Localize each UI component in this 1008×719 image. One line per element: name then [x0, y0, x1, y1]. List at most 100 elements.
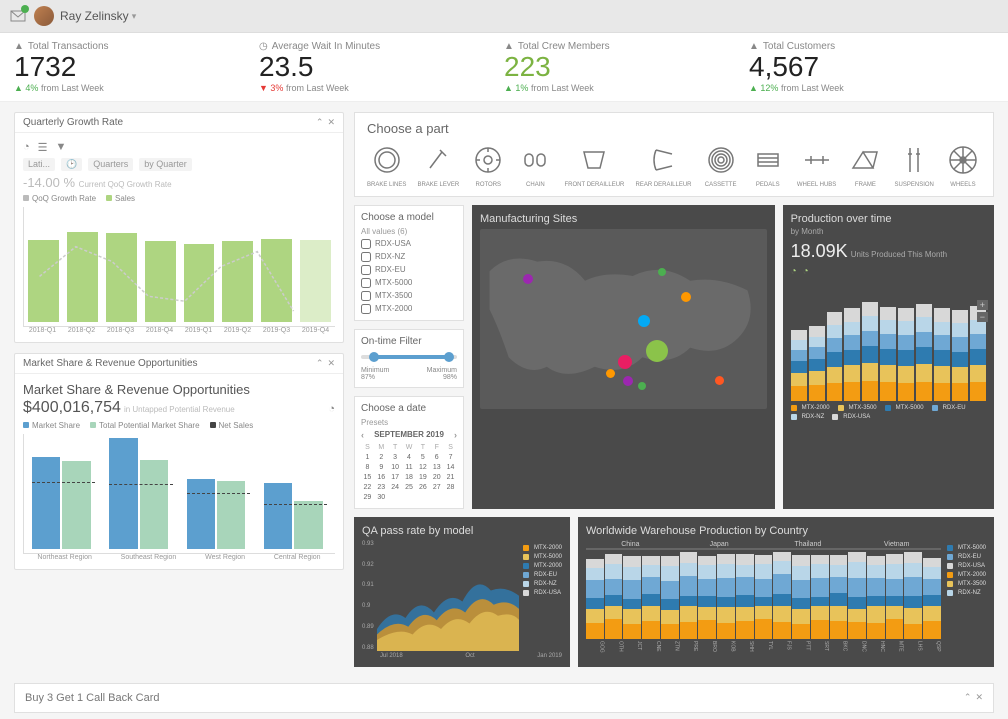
panel-market-share: Market Share & Revenue Opportunities ⌃ ✕… — [14, 353, 344, 570]
breadcrumb[interactable]: Lati... 🕑 Quarters by Quarter — [23, 158, 335, 171]
calendar-day[interactable]: 22 — [361, 483, 374, 492]
part-icon — [470, 142, 506, 178]
part-icon — [369, 142, 405, 178]
close-icon[interactable]: ✕ — [327, 358, 335, 369]
chart2-icon[interactable]: ◔ — [803, 266, 809, 277]
calendar-day[interactable]: 10 — [389, 463, 402, 472]
part-wheel-hubs[interactable]: WHEEL HUBS — [797, 142, 836, 188]
collapse-icon[interactable]: ⌃ — [964, 692, 972, 704]
qa-chart — [377, 541, 519, 651]
part-rear-derailleur[interactable]: REAR DERAILLEUR — [636, 142, 692, 188]
part-icon — [750, 142, 786, 178]
calendar-day[interactable]: 30 — [375, 493, 388, 502]
calendar-day[interactable]: 16 — [375, 473, 388, 482]
zoom-in-icon[interactable]: + — [977, 300, 988, 310]
calendar-day[interactable]: 12 — [416, 463, 429, 472]
part-suspension[interactable]: SUSPENSION — [895, 142, 934, 188]
panel-quarterly-growth: Quarterly Growth Rate ⌃ ✕ ◔ ☰ ▼ Lati... … — [14, 112, 344, 343]
part-front-derailleur[interactable]: FRONT DERAILLEUR — [564, 142, 624, 188]
collapse-icon[interactable]: ⌃ — [316, 117, 324, 128]
calendar-day[interactable]: 27 — [430, 483, 443, 492]
calendar-day[interactable]: 28 — [444, 483, 457, 492]
calendar-day[interactable]: 18 — [403, 473, 416, 482]
part-icon — [517, 142, 553, 178]
calendar-day[interactable]: 23 — [375, 483, 388, 492]
calendar-day[interactable]: 19 — [416, 473, 429, 482]
footer-card[interactable]: Buy 3 Get 1 Call Back Card ⌃ ✕ — [14, 683, 994, 713]
panel-production: Production over timeby Month 18.09K Unit… — [783, 205, 994, 509]
part-icon — [646, 142, 682, 178]
calendar-day[interactable]: 9 — [375, 463, 388, 472]
kpi-customers: ▲Total Customers 4,567 ▲ 12% from Last W… — [749, 41, 994, 93]
user-name[interactable]: Ray Zelinsky — [60, 9, 129, 23]
kpi-crew: ▲Total Crew Members 223 ▲ 1% from Last W… — [504, 41, 749, 93]
world-map[interactable] — [480, 229, 767, 409]
calendar-day[interactable]: 15 — [361, 473, 374, 482]
part-wheels[interactable]: WHEELS — [945, 142, 981, 188]
prev-month-icon[interactable]: ‹ — [361, 430, 364, 440]
calendar-day[interactable]: 26 — [416, 483, 429, 492]
panel-manufacturing-sites: Manufacturing Sites — [472, 205, 775, 509]
calendar-day[interactable]: 6 — [430, 453, 443, 462]
avatar[interactable] — [34, 6, 54, 26]
close-icon[interactable]: ✕ — [327, 117, 335, 128]
chevron-down-icon[interactable]: ▾ — [132, 11, 137, 22]
topbar: Ray Zelinsky ▾ — [0, 0, 1008, 33]
part-rotors[interactable]: ROTORS — [470, 142, 506, 188]
chart-icon[interactable]: ◔ — [791, 266, 797, 277]
calendar-day[interactable]: 24 — [389, 483, 402, 492]
ontime-slider[interactable] — [361, 355, 457, 359]
model-checkbox[interactable]: MTX-2000 — [361, 304, 457, 314]
notification-badge — [21, 5, 29, 13]
calendar-day[interactable]: 5 — [416, 453, 429, 462]
calendar-day[interactable]: 20 — [430, 473, 443, 482]
part-icon — [420, 142, 456, 178]
part-icon — [799, 142, 835, 178]
part-icon — [576, 142, 612, 178]
calendar-day[interactable]: 4 — [403, 453, 416, 462]
calendar-day[interactable]: 13 — [430, 463, 443, 472]
part-brake-lever[interactable]: BRAKE LEVER — [417, 142, 459, 188]
calendar-day[interactable]: 25 — [403, 483, 416, 492]
close-icon[interactable]: ✕ — [975, 692, 983, 704]
panel-title: Quarterly Growth Rate — [23, 117, 123, 128]
filter-icon[interactable]: ▼ — [56, 141, 67, 154]
calendar-day[interactable]: 2 — [375, 453, 388, 462]
grid-icon[interactable]: ☰ — [38, 141, 48, 154]
model-checkbox[interactable]: RDX-NZ — [361, 252, 457, 262]
calendar-day[interactable]: 14 — [444, 463, 457, 472]
filter-date: Choose a date Presets ‹SEPTEMBER 2019› S… — [354, 396, 464, 509]
part-brake-lines[interactable]: BRAKE LINES — [367, 142, 406, 188]
calendar-day[interactable]: 29 — [361, 493, 374, 502]
filter-model: Choose a model All values (6) RDX-USARDX… — [354, 205, 464, 321]
calendar-day[interactable]: 3 — [389, 453, 402, 462]
calendar-day[interactable]: 21 — [444, 473, 457, 482]
mail-icon[interactable] — [10, 8, 26, 24]
part-icon — [703, 142, 739, 178]
calendar-day[interactable]: 8 — [361, 463, 374, 472]
model-checkbox[interactable]: MTX-3500 — [361, 291, 457, 301]
part-cassette[interactable]: CASSETTE — [703, 142, 739, 188]
model-checkbox[interactable]: RDX-EU — [361, 265, 457, 275]
calendar-day[interactable]: 17 — [389, 473, 402, 482]
panel-title: Market Share & Revenue Opportunities — [23, 358, 198, 369]
next-month-icon[interactable]: › — [454, 430, 457, 440]
calendar-day[interactable]: 7 — [444, 453, 457, 462]
chart-icon[interactable]: ◔ — [23, 141, 30, 154]
chart-icon[interactable]: ◔ — [328, 403, 335, 415]
collapse-icon[interactable]: ⌃ — [316, 358, 324, 369]
part-pedals[interactable]: PEDALS — [750, 142, 786, 188]
growth-bar-chart — [23, 207, 335, 327]
part-frame[interactable]: FRAME — [847, 142, 883, 188]
panel-warehouse: Worldwide Warehouse Production by Countr… — [578, 517, 994, 667]
zoom-out-icon[interactable]: − — [977, 312, 988, 322]
part-chain[interactable]: CHAIN — [517, 142, 553, 188]
calendar-day[interactable]: 11 — [403, 463, 416, 472]
model-checkbox[interactable]: RDX-USA — [361, 239, 457, 249]
kpi-transactions: ▲Total Transactions 1732 ▲ 4% from Last … — [14, 41, 259, 93]
filter-ontime: On-time Filter Minimum87% Maximum98% — [354, 329, 464, 388]
model-checkbox[interactable]: MTX-5000 — [361, 278, 457, 288]
warehouse-chart — [586, 549, 941, 639]
panel-choose-part: Choose a part BRAKE LINESBRAKE LEVERROTO… — [354, 112, 994, 197]
calendar-day[interactable]: 1 — [361, 453, 374, 462]
